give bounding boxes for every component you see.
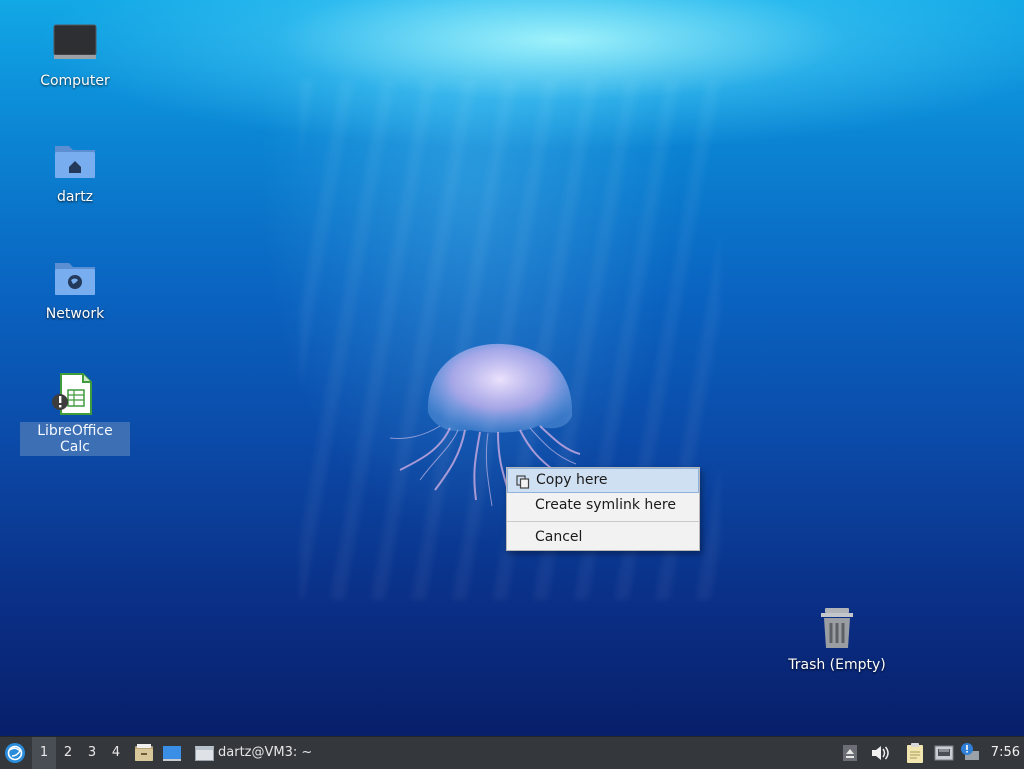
- taskbar-window-label: dartz@VM3: ~: [218, 745, 313, 760]
- desktop-icon-network[interactable]: Network: [20, 253, 130, 323]
- trash-icon: [813, 604, 861, 652]
- clipboard-tray-button[interactable]: [906, 737, 928, 769]
- file-manager-icon: [135, 744, 153, 761]
- taskbar-window-terminal[interactable]: dartz@VM3: ~: [192, 737, 322, 769]
- clock-time: 7:56: [990, 745, 1020, 760]
- clock[interactable]: 7:56: [988, 737, 1020, 769]
- workspace-label: 3: [87, 745, 97, 760]
- network-folder-icon: [51, 253, 99, 301]
- wired-network-icon: [934, 745, 954, 761]
- desktop-icon-label: Trash (Empty): [788, 657, 886, 673]
- terminal-window-icon: [195, 746, 214, 761]
- desktop-icon-trash[interactable]: Trash (Empty): [782, 604, 892, 674]
- desktop-icon-computer[interactable]: Computer: [20, 20, 130, 90]
- volume-icon: [872, 746, 889, 760]
- network-tray-button[interactable]: [934, 737, 956, 769]
- home-folder-icon: [51, 136, 99, 184]
- menu-separator: [507, 521, 699, 522]
- menu-item-label: Copy here: [536, 472, 608, 488]
- workspace-label: 2: [63, 745, 73, 760]
- menu-item-create-symlink[interactable]: Create symlink here: [507, 493, 699, 518]
- drop-context-menu: Copy here Create symlink here Cancel: [506, 467, 700, 551]
- eject-icon: [843, 745, 857, 761]
- workspace-3[interactable]: 3: [80, 737, 104, 769]
- updates-tray-button[interactable]: [960, 737, 982, 769]
- desktop-icon-label: dartz: [56, 189, 94, 205]
- computer-icon: [51, 20, 99, 68]
- workspace-1[interactable]: 1: [32, 737, 56, 769]
- start-menu-button[interactable]: [4, 737, 28, 769]
- workspace-2[interactable]: 2: [56, 737, 80, 769]
- menu-item-cancel[interactable]: Cancel: [507, 525, 699, 550]
- libreoffice-calc-icon: [51, 370, 99, 418]
- desktop-icon-label: Network: [45, 306, 105, 322]
- desktop-icon-libreoffice-calc[interactable]: LibreOffice Calc: [20, 370, 130, 456]
- desktop-icon-label: Computer: [40, 73, 110, 89]
- lubuntu-logo-icon: [5, 743, 25, 763]
- show-desktop-launcher[interactable]: [162, 737, 184, 769]
- desktop-background[interactable]: Computer dartz Network LibreOffice Calc …: [0, 0, 1024, 736]
- bottom-panel: 1 2 3 4 dartz@VM3: ~ 7:56: [0, 736, 1024, 769]
- update-notification-icon: [961, 743, 979, 760]
- menu-item-label: Cancel: [535, 529, 583, 545]
- workspace-label: 1: [39, 745, 49, 760]
- desktop-icon-home[interactable]: dartz: [20, 136, 130, 206]
- volume-tray-button[interactable]: [870, 737, 892, 769]
- workspace-4[interactable]: 4: [104, 737, 128, 769]
- copy-icon: [516, 474, 530, 489]
- eject-tray-button[interactable]: [842, 737, 862, 769]
- desktop-icon-label: LibreOffice Calc: [20, 422, 130, 456]
- file-manager-launcher[interactable]: [134, 737, 156, 769]
- menu-item-copy-here[interactable]: Copy here: [507, 468, 699, 493]
- clipboard-icon: [907, 743, 923, 763]
- menu-item-label: Create symlink here: [535, 497, 676, 513]
- workspace-label: 4: [111, 745, 121, 760]
- show-desktop-icon: [163, 746, 181, 761]
